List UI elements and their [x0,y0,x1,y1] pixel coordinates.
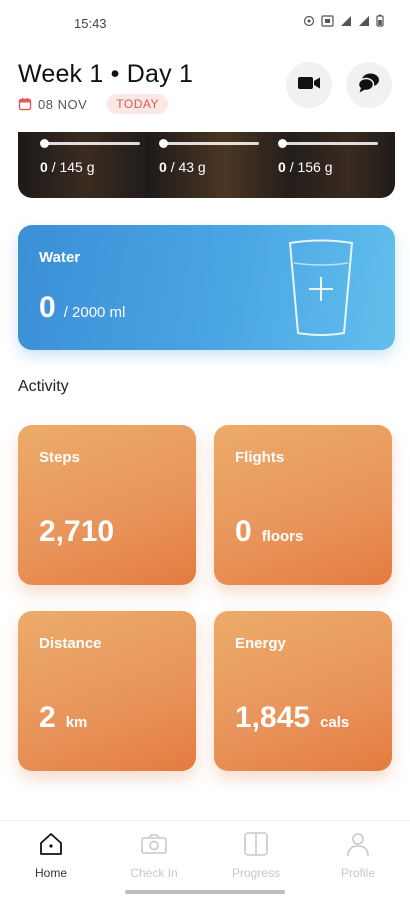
flights-value: 0 [235,515,252,548]
page-title: Week 1 • Day 1 [18,60,194,88]
flights-value-row: 0 floors [235,515,303,549]
water-label: Water [39,249,81,266]
flights-unit: floors [261,528,304,545]
water-target: / 2000 ml [63,304,126,321]
distance-card[interactable]: Distance 2 km [18,611,196,771]
camera-icon [140,831,168,862]
macro-value: 0 / 156 g [278,159,333,175]
home-icon [38,831,64,862]
macro-fat: 0 / 43 g [159,139,259,175]
macro-progress-bar [278,139,378,148]
status-icons [303,14,384,30]
nav-progress[interactable]: Progress [216,831,296,880]
macro-progress-bar [159,139,259,148]
water-value: 0 / 2000 ml [39,291,125,325]
macro-value: 0 / 145 g [40,159,95,175]
home-indicator [125,890,285,894]
water-amount: 0 [39,291,56,324]
nav-home-label: Home [34,866,67,880]
bottom-nav: Home Check In Progress Profile [0,820,410,900]
progress-icon [243,831,269,862]
chat-icon [357,72,381,99]
steps-value-row: 2,710 [39,515,114,549]
macro-value: 0 / 43 g [159,159,206,175]
steps-value: 2,710 [39,515,115,548]
chat-button[interactable] [346,62,392,108]
today-badge: TODAY [107,94,168,114]
steps-label: Steps [39,449,80,466]
nav-progress-label: Progress [231,866,281,880]
nav-profile-label: Profile [340,866,375,880]
energy-card[interactable]: Energy 1,845 cals [214,611,392,771]
header: Week 1 • Day 1 08 NOV TODAY [0,50,410,120]
flights-card[interactable]: Flights 0 floors [214,425,392,585]
battery-icon [376,14,384,30]
nav-home[interactable]: Home [11,831,91,880]
hotspot-icon [303,15,315,30]
status-time: 15:43 [74,16,107,31]
macro-protein: 0 / 145 g [40,139,140,175]
calendar-icon [18,97,32,111]
date-label: 08 NOV [38,96,88,112]
macros-card[interactable]: 0 / 145 g 0 / 43 g 0 / 156 g [18,132,395,198]
profile-icon [345,831,371,862]
macro-carbs: 0 / 156 g [278,139,378,175]
add-water-button[interactable] [286,239,356,344]
video-icon [297,74,321,97]
nav-checkin-label: Check In [130,866,178,880]
distance-unit: km [65,714,88,731]
flights-label: Flights [235,449,285,466]
energy-unit: cals [320,714,350,731]
energy-value-row: 1,845 cals [235,701,349,735]
nav-checkin[interactable]: Check In [114,831,194,880]
video-call-button[interactable] [286,62,332,108]
signal-icon [340,15,352,30]
macro-progress-bar [40,139,140,148]
status-bar: 15:43 [0,0,410,46]
energy-label: Energy [235,635,286,652]
signal-icon-2 [358,15,370,30]
nav-profile[interactable]: Profile [318,831,398,880]
nfc-icon [321,14,334,30]
energy-value: 1,845 [235,701,311,734]
distance-label: Distance [39,635,102,652]
water-card[interactable]: Water 0 / 2000 ml [18,225,395,350]
cup-plus-icon [286,239,356,343]
activity-section-title: Activity [18,378,69,395]
distance-value: 2 [39,701,56,734]
date-row: 08 NOV TODAY [18,94,168,114]
steps-card[interactable]: Steps 2,710 [18,425,196,585]
distance-value-row: 2 km [39,701,87,735]
